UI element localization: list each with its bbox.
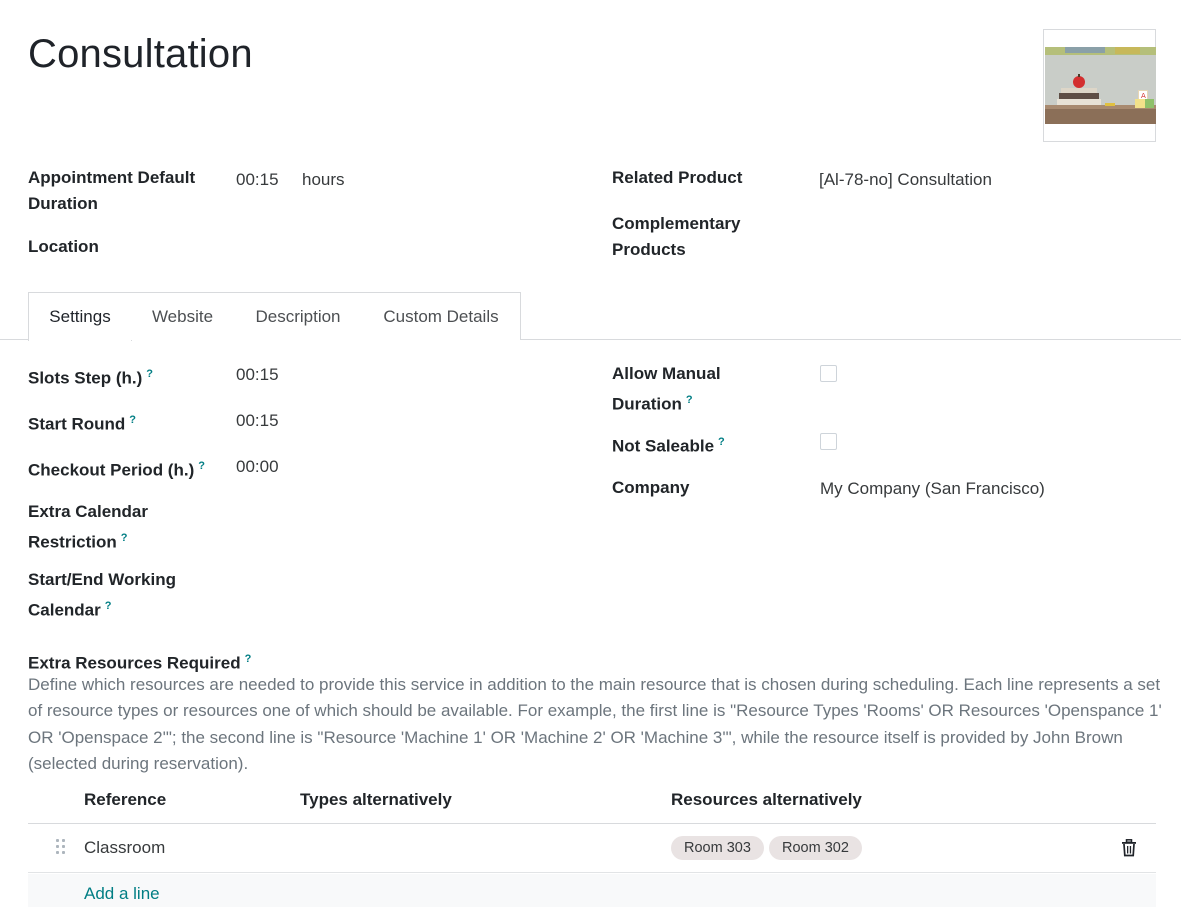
resource-tag[interactable]: Room 302 xyxy=(769,836,862,860)
help-tooltip-icon[interactable]: ? xyxy=(718,436,725,448)
drag-handle-icon[interactable] xyxy=(56,839,68,857)
slots-step-label: Slots Step (h.)? xyxy=(28,368,154,388)
column-reference[interactable]: Reference xyxy=(84,784,166,816)
related-product-label: Related Product xyxy=(612,168,743,187)
duration-input[interactable]: 00:15 xyxy=(236,167,279,193)
not-saleable-label: Not Saleable? xyxy=(612,436,725,456)
not-saleable-checkbox[interactable] xyxy=(820,433,837,450)
allow-manual-duration-label: Allow Manual Duration? xyxy=(612,364,721,414)
tab-custom-details[interactable]: Custom Details xyxy=(362,292,521,340)
related-product-field[interactable]: [Al-78-no] Consultation xyxy=(819,167,992,193)
extra-resources-description: Define which resources are needed to pro… xyxy=(28,675,1162,773)
add-line-link[interactable]: Add a line xyxy=(84,884,160,904)
help-tooltip-icon[interactable]: ? xyxy=(198,460,205,472)
help-tooltip-icon[interactable]: ? xyxy=(121,532,128,544)
start-end-calendar-label: Start/End Working Calendar? xyxy=(28,570,176,620)
tab-website[interactable]: Website xyxy=(131,292,235,340)
resource-tag[interactable]: Room 303 xyxy=(671,836,764,860)
start-round-label: Start Round? xyxy=(28,414,137,434)
duration-label: Appointment Default Duration xyxy=(28,168,196,213)
table-row[interactable]: Classroom Room 303 Room 302 xyxy=(28,824,1156,873)
extra-calendar-label: Extra Calendar Restriction? xyxy=(28,502,148,552)
record-image[interactable]: A xyxy=(1043,29,1156,142)
record-title[interactable]: Consultation xyxy=(28,32,253,77)
help-tooltip-icon[interactable]: ? xyxy=(146,368,153,380)
tab-description[interactable]: Description xyxy=(234,292,363,340)
checkout-period-label: Checkout Period (h.)? xyxy=(28,460,205,480)
trash-icon[interactable] xyxy=(1121,839,1137,857)
slots-step-input[interactable]: 00:15 xyxy=(236,362,279,388)
classroom-image: A xyxy=(1045,47,1156,124)
help-tooltip-icon[interactable]: ? xyxy=(129,414,136,426)
company-label: Company xyxy=(612,478,690,497)
row-reference[interactable]: Classroom xyxy=(84,824,165,872)
column-types-alternatively[interactable]: Types alternatively xyxy=(300,784,452,816)
add-line-row: Add a line xyxy=(28,874,1156,907)
location-label: Location xyxy=(28,237,99,256)
svg-text:A: A xyxy=(1141,92,1146,100)
form-tabs: Settings Website Description Custom Deta… xyxy=(0,292,1181,341)
column-resources-alternatively[interactable]: Resources alternatively xyxy=(671,784,862,816)
duration-unit: hours xyxy=(302,170,345,189)
start-round-input[interactable]: 00:15 xyxy=(236,408,279,434)
help-tooltip-icon[interactable]: ? xyxy=(245,653,252,665)
help-tooltip-icon[interactable]: ? xyxy=(105,600,112,612)
company-field[interactable]: My Company (San Francisco) xyxy=(820,476,1045,502)
allow-manual-duration-checkbox[interactable] xyxy=(820,365,837,382)
help-tooltip-icon[interactable]: ? xyxy=(686,394,693,406)
checkout-period-input[interactable]: 00:00 xyxy=(236,454,279,480)
resources-table-header: Reference Types alternatively Resources … xyxy=(28,784,1156,824)
tab-settings[interactable]: Settings xyxy=(28,292,132,341)
complementary-products-label: Complementary Products xyxy=(612,214,741,259)
